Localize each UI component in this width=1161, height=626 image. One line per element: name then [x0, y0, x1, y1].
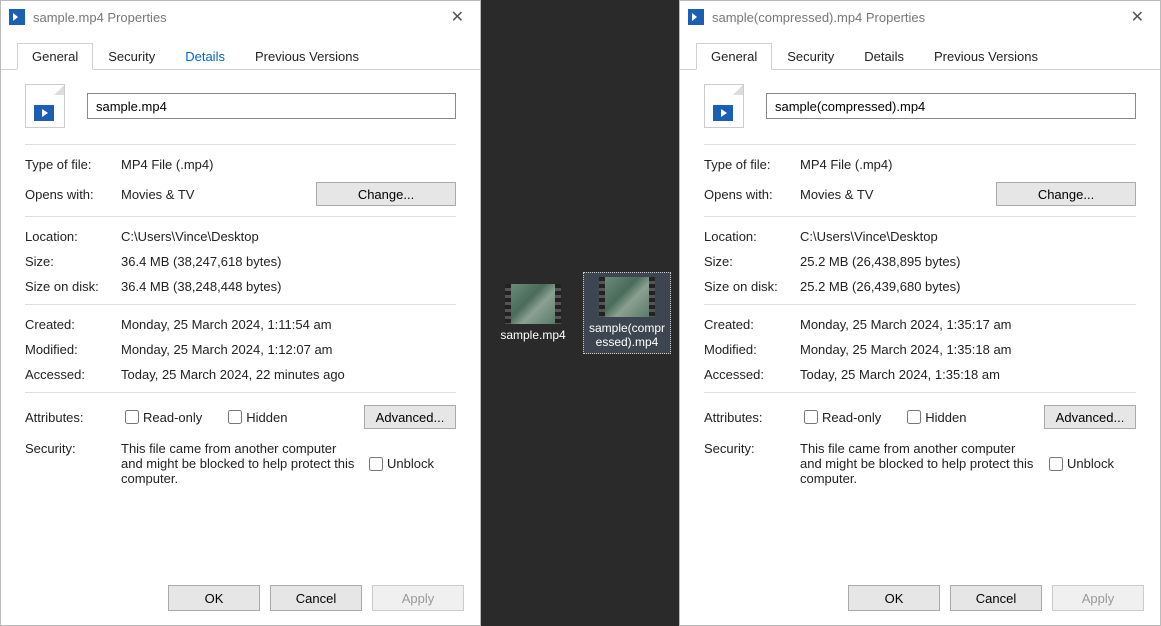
divider	[704, 392, 1136, 393]
properties-body: Type of file: MP4 File (.mp4) Opens with…	[680, 70, 1160, 575]
value-accessed: Today, 25 March 2024, 1:35:18 am	[800, 367, 1136, 382]
divider	[704, 144, 1136, 145]
cancel-button[interactable]: Cancel	[950, 585, 1042, 611]
dialog-buttons: OK Cancel Apply	[680, 575, 1160, 625]
filename-input[interactable]	[766, 93, 1136, 119]
value-location: C:\Users\Vince\Desktop	[800, 229, 1136, 244]
tabstrip: General Security Details Previous Versio…	[680, 33, 1160, 70]
properties-window-right: sample(compressed).mp4 Properties ✕ Gene…	[679, 0, 1161, 626]
advanced-button[interactable]: Advanced...	[364, 405, 456, 429]
filename-input[interactable]	[87, 93, 456, 119]
value-size-on-disk: 25.2 MB (26,439,680 bytes)	[800, 279, 1136, 294]
value-modified: Monday, 25 March 2024, 1:12:07 am	[121, 342, 456, 357]
label-accessed: Accessed:	[704, 367, 800, 382]
divider	[25, 304, 456, 305]
label-size: Size:	[704, 254, 800, 269]
label-type-of-file: Type of file:	[25, 157, 121, 172]
divider	[25, 144, 456, 145]
tab-general[interactable]: General	[696, 43, 772, 70]
value-size: 36.4 MB (38,247,618 bytes)	[121, 254, 456, 269]
label-created: Created:	[25, 317, 121, 332]
checkbox-hidden[interactable]: Hidden	[224, 407, 287, 427]
label-size-on-disk: Size on disk:	[25, 279, 121, 294]
advanced-button[interactable]: Advanced...	[1044, 405, 1136, 429]
window-title: sample(compressed).mp4 Properties	[712, 10, 925, 25]
tabstrip: General Security Details Previous Versio…	[1, 33, 480, 70]
divider	[25, 392, 456, 393]
security-message: This file came from another computer and…	[121, 441, 365, 486]
apply-button[interactable]: Apply	[372, 585, 464, 611]
value-opens-with: Movies & TV	[800, 187, 996, 202]
value-location: C:\Users\Vince\Desktop	[121, 229, 456, 244]
value-type-of-file: MP4 File (.mp4)	[121, 157, 456, 172]
app-icon	[688, 9, 704, 25]
ok-button[interactable]: OK	[168, 585, 260, 611]
desktop-file-sample-compressed[interactable]: sample(compressed).mp4	[583, 272, 671, 354]
label-opens-with: Opens with:	[25, 187, 121, 202]
label-security: Security:	[704, 441, 800, 486]
desktop-area: sample.mp4 sample(compressed).mp4	[481, 0, 679, 626]
ok-button[interactable]: OK	[848, 585, 940, 611]
change-button[interactable]: Change...	[316, 182, 456, 206]
divider	[704, 216, 1136, 217]
cancel-button[interactable]: Cancel	[270, 585, 362, 611]
tab-details[interactable]: Details	[170, 43, 240, 70]
security-message: This file came from another computer and…	[800, 441, 1045, 486]
app-icon	[9, 9, 25, 25]
checkbox-read-only[interactable]: Read-only	[121, 407, 202, 427]
properties-window-left: sample.mp4 Properties ✕ General Security…	[0, 0, 481, 626]
divider	[704, 304, 1136, 305]
properties-body: Type of file: MP4 File (.mp4) Opens with…	[1, 70, 480, 575]
label-size-on-disk: Size on disk:	[704, 279, 800, 294]
tab-previous-versions[interactable]: Previous Versions	[240, 43, 374, 70]
video-thumbnail-icon	[599, 277, 655, 317]
label-created: Created:	[704, 317, 800, 332]
value-created: Monday, 25 March 2024, 1:11:54 am	[121, 317, 456, 332]
close-icon[interactable]: ✕	[1123, 7, 1152, 27]
tab-security[interactable]: Security	[772, 43, 849, 70]
desktop-file-label: sample.mp4	[491, 328, 575, 342]
label-modified: Modified:	[704, 342, 800, 357]
titlebar[interactable]: sample(compressed).mp4 Properties ✕	[680, 1, 1160, 33]
tab-previous-versions[interactable]: Previous Versions	[919, 43, 1053, 70]
tab-details[interactable]: Details	[849, 43, 919, 70]
apply-button[interactable]: Apply	[1052, 585, 1144, 611]
tab-general[interactable]: General	[17, 43, 93, 70]
value-accessed: Today, 25 March 2024, 22 minutes ago	[121, 367, 456, 382]
desktop-file-label: sample(compressed).mp4	[586, 321, 668, 349]
file-type-icon	[25, 84, 65, 128]
value-type-of-file: MP4 File (.mp4)	[800, 157, 1136, 172]
file-type-icon	[704, 84, 744, 128]
label-attributes: Attributes:	[704, 410, 800, 425]
checkbox-unblock[interactable]: Unblock	[1045, 441, 1114, 486]
value-size-on-disk: 36.4 MB (38,248,448 bytes)	[121, 279, 456, 294]
label-modified: Modified:	[25, 342, 121, 357]
desktop-file-sample[interactable]: sample.mp4	[489, 280, 577, 346]
label-security: Security:	[25, 441, 121, 486]
label-type-of-file: Type of file:	[704, 157, 800, 172]
label-location: Location:	[704, 229, 800, 244]
value-opens-with: Movies & TV	[121, 187, 316, 202]
titlebar[interactable]: sample.mp4 Properties ✕	[1, 1, 480, 33]
close-icon[interactable]: ✕	[443, 7, 472, 27]
label-location: Location:	[25, 229, 121, 244]
label-attributes: Attributes:	[25, 410, 121, 425]
label-size: Size:	[25, 254, 121, 269]
divider	[25, 216, 456, 217]
value-modified: Monday, 25 March 2024, 1:35:18 am	[800, 342, 1136, 357]
label-accessed: Accessed:	[25, 367, 121, 382]
change-button[interactable]: Change...	[996, 182, 1136, 206]
label-opens-with: Opens with:	[704, 187, 800, 202]
window-title: sample.mp4 Properties	[33, 10, 167, 25]
dialog-buttons: OK Cancel Apply	[1, 575, 480, 625]
video-thumbnail-icon	[505, 284, 561, 324]
checkbox-read-only[interactable]: Read-only	[800, 407, 881, 427]
value-created: Monday, 25 March 2024, 1:35:17 am	[800, 317, 1136, 332]
tab-security[interactable]: Security	[93, 43, 170, 70]
checkbox-unblock[interactable]: Unblock	[365, 441, 434, 486]
checkbox-hidden[interactable]: Hidden	[903, 407, 966, 427]
value-size: 25.2 MB (26,438,895 bytes)	[800, 254, 1136, 269]
